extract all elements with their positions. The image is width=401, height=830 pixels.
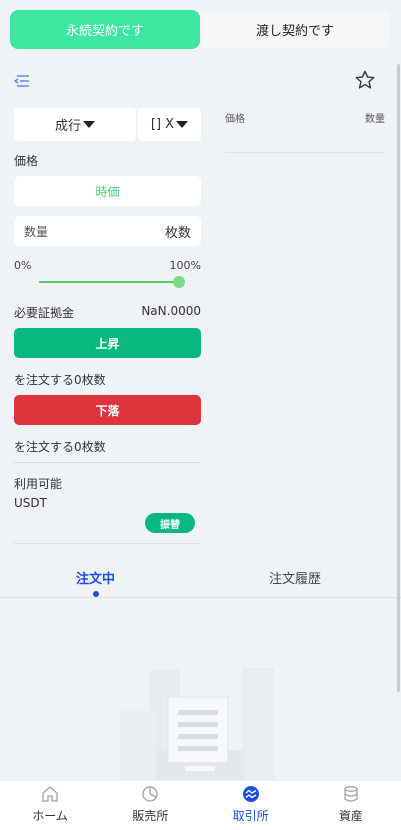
sell-button[interactable]: 下落 xyxy=(14,395,201,425)
divider xyxy=(14,543,201,544)
margin-label: 必要証拠金 xyxy=(14,306,75,320)
percent-max: 100% xyxy=(169,259,201,272)
margin-row: 必要証拠金 NaN.0000 xyxy=(14,304,201,321)
chart-pie-icon xyxy=(142,786,159,802)
available-label: 利用可能 xyxy=(14,477,63,491)
quantity-field[interactable]: 数量 枚数 xyxy=(14,216,201,246)
price-label: 価格 xyxy=(14,154,39,168)
divider xyxy=(14,462,201,463)
bottom-nav: ホーム 販売所 取引所 資産 xyxy=(0,780,401,830)
nav-label: ホーム xyxy=(32,809,68,823)
divider xyxy=(225,152,385,153)
menu-collapse-icon[interactable] xyxy=(14,74,30,88)
available-coin: USDT xyxy=(14,496,47,510)
tab-delivery[interactable]: 渡し契約です xyxy=(200,10,390,49)
order-book-header: 価格 数量 xyxy=(225,110,385,125)
tab-perpetual[interactable]: 永続契約です xyxy=(10,10,200,49)
nav-label: 資産 xyxy=(338,809,363,823)
order-book-price-header: 価格 xyxy=(225,114,245,125)
amount-slider[interactable] xyxy=(39,276,185,288)
price-field[interactable]: 時価 xyxy=(14,176,201,206)
nav-home[interactable]: ホーム xyxy=(0,781,100,830)
scrollbar[interactable] xyxy=(397,64,400,692)
order-type-select[interactable]: 成行 xyxy=(14,108,136,141)
buy-button[interactable]: 上昇 xyxy=(14,328,201,358)
quantity-unit: 枚数 xyxy=(164,225,191,241)
caret-down-icon xyxy=(176,121,189,128)
order-book-qty-header: 数量 xyxy=(365,114,385,125)
exchange-icon xyxy=(242,786,259,802)
slider-fill xyxy=(39,281,179,283)
caret-down-icon xyxy=(83,121,95,128)
nav-label: 販売所 xyxy=(132,809,169,823)
leverage-value: [] X xyxy=(150,117,175,132)
quantity-placeholder: 数量 xyxy=(24,224,49,239)
empty-state-illustration xyxy=(120,668,274,780)
nav-trade[interactable]: 取引所 xyxy=(201,781,301,830)
nav-assets[interactable]: 資産 xyxy=(301,781,401,830)
active-tab-indicator xyxy=(93,591,99,597)
order-book: 価格 数量 xyxy=(225,110,385,153)
tab-order-history[interactable]: 注文履歴 xyxy=(269,568,321,587)
home-icon xyxy=(42,786,58,802)
slider-handle[interactable] xyxy=(173,276,185,288)
percent-min: 0% xyxy=(14,259,32,272)
nav-label: 取引所 xyxy=(232,809,269,823)
nav-exchange-shop[interactable]: 販売所 xyxy=(100,781,200,830)
order-tabs: 注文中 注文履歴 xyxy=(0,562,401,598)
leverage-select[interactable]: [] X xyxy=(138,108,201,141)
percent-labels: 0% 100% xyxy=(14,259,201,272)
margin-value: NaN.0000 xyxy=(141,304,201,318)
star-icon[interactable] xyxy=(354,69,376,91)
tab-open-orders[interactable]: 注文中 xyxy=(76,568,115,587)
contract-tabs: 永続契約です 渡し契約です xyxy=(10,10,390,49)
transfer-button[interactable]: 振替 xyxy=(145,513,195,533)
buy-order-text: を注文する0枚数 xyxy=(14,373,106,387)
order-selects: 成行 [] X xyxy=(14,108,201,141)
sell-order-text: を注文する0枚数 xyxy=(14,440,106,454)
order-type-value: 成行 xyxy=(54,119,81,134)
database-icon xyxy=(344,786,358,802)
toolbar xyxy=(0,60,401,100)
